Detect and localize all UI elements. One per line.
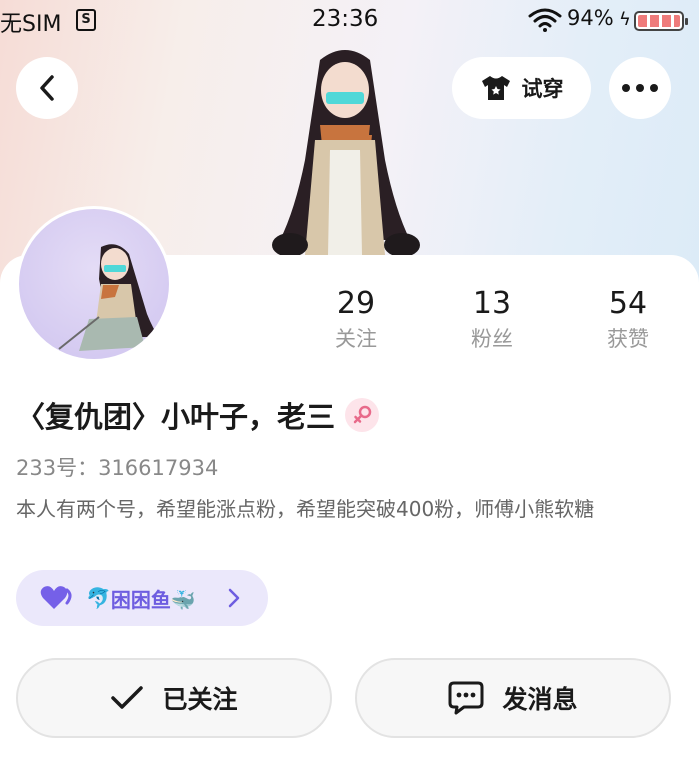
- heart-icon: [40, 586, 72, 609]
- send-message-button[interactable]: 发消息: [355, 658, 671, 738]
- avatar[interactable]: [16, 206, 172, 362]
- stat-likes[interactable]: 54 获赞: [583, 283, 673, 353]
- character-model-image: [272, 50, 420, 257]
- status-bar: 无SIM S 23:36 94% ϟ: [0, 0, 699, 42]
- stat-likes-count: 54: [608, 286, 648, 321]
- battery-icon: [634, 11, 688, 31]
- username-row: 〈复仇团〉小叶子，老三: [16, 394, 380, 436]
- stat-likes-label: 获赞: [607, 327, 649, 351]
- chevron-right-icon: [228, 588, 240, 608]
- fan-group-prefix-icon: 🐬: [86, 586, 111, 610]
- stat-fans-label: 粉丝: [471, 327, 513, 351]
- followed-label: 已关注: [162, 685, 238, 714]
- bio: 本人有两个号，希望能涨点粉，希望能突破400粉，师傅小熊软糖: [16, 497, 595, 521]
- more-dots-icon: [622, 84, 658, 92]
- stat-fans[interactable]: 13 粉丝: [447, 283, 537, 353]
- fan-group-name: 困困鱼🐳: [110, 587, 196, 612]
- fan-group-chip[interactable]: 🐬 困困鱼🐳: [16, 570, 268, 626]
- lightning-icon: ϟ: [619, 9, 631, 30]
- username: 〈复仇团〉小叶子，老三: [16, 400, 336, 434]
- checkmark-icon: [111, 686, 144, 709]
- avatar-character-icon: [58, 244, 159, 351]
- more-button[interactable]: [609, 57, 671, 119]
- stat-following-count: 29: [336, 286, 376, 321]
- followed-button[interactable]: 已关注: [16, 658, 332, 738]
- female-icon: [345, 398, 380, 432]
- user-id: 233号：316617934: [16, 456, 219, 480]
- status-time: 23:36: [312, 6, 379, 32]
- stat-fans-count: 13: [472, 286, 512, 321]
- tshirt-icon: [481, 76, 510, 100]
- sim-card-icon: S: [76, 9, 96, 31]
- try-on-label: 试穿: [521, 77, 564, 101]
- back-button[interactable]: [16, 57, 78, 119]
- battery-percent: 94%: [567, 6, 614, 30]
- try-on-button[interactable]: 试穿: [452, 57, 591, 119]
- send-message-label: 发消息: [502, 685, 578, 714]
- carrier-label: 无SIM: [0, 12, 62, 37]
- wifi-icon: [528, 8, 562, 32]
- chevron-left-icon: [40, 75, 54, 101]
- chat-bubble-icon: [448, 681, 484, 715]
- stat-following[interactable]: 29 关注: [311, 283, 401, 353]
- stat-following-label: 关注: [335, 327, 377, 351]
